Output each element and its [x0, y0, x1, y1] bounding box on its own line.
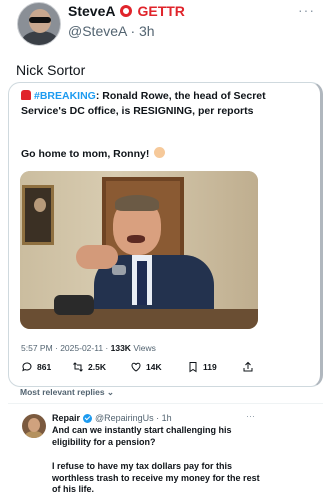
- repost-icon: [73, 362, 83, 372]
- bookmark-button[interactable]: 119: [187, 361, 217, 373]
- reply-text-2: I refuse to have my tax dollars pay for …: [52, 461, 260, 494]
- reply-header: Repair @RepairingUs · 1h: [52, 413, 172, 423]
- avatar-sunglasses: [29, 17, 51, 23]
- divider: [8, 403, 323, 404]
- photo-portrait-frame: [22, 185, 54, 245]
- quoted-post-text-2: Go home to mom, Ronny!: [21, 147, 166, 160]
- quoted-post-card[interactable]: #BREAKING: Ronald Rowe, the head of Secr…: [8, 82, 323, 387]
- share-icon: [243, 361, 253, 372]
- reply-avatar-body: [25, 431, 43, 438]
- views-label: Views: [130, 343, 156, 353]
- photo-mouth: [127, 235, 145, 243]
- quoted-post-text: #BREAKING: Ronald Rowe, the head of Secr…: [21, 89, 266, 119]
- avatar-body: [22, 31, 58, 45]
- post-photo[interactable]: [20, 171, 258, 329]
- reply-more-options-icon[interactable]: ···: [246, 411, 255, 421]
- outer-post-header: SteveA GETTR @SteveA · 3h ···: [0, 0, 331, 52]
- photo-tie: [137, 261, 147, 305]
- photo-hair: [115, 195, 159, 211]
- replies-sort-dropdown[interactable]: Most relevant replies ⌄: [20, 387, 114, 398]
- post-text: Nick Sortor: [16, 62, 86, 78]
- share-button[interactable]: [242, 361, 254, 373]
- reply-count: 861: [37, 362, 52, 372]
- reply-author-name[interactable]: Repair: [52, 413, 80, 423]
- author-row: SteveA GETTR: [68, 3, 185, 19]
- reply-avatar-face: [28, 418, 40, 432]
- verified-badge-icon: [83, 413, 93, 423]
- siren-emoji-icon: [21, 90, 31, 100]
- more-options-icon[interactable]: ···: [298, 2, 315, 18]
- gettr-logo-icon: [120, 5, 133, 17]
- like-button[interactable]: 14K: [130, 361, 162, 373]
- repost-button[interactable]: 2.5K: [72, 361, 106, 373]
- heart-icon: [131, 362, 141, 372]
- bookmark-count: 119: [203, 362, 217, 372]
- reply-icon: [22, 362, 32, 372]
- post-meta: 5:57 PM · 2025-02-11 · 133K Views: [21, 343, 156, 353]
- author-handle-time: @SteveA · 3h: [68, 23, 155, 39]
- author-name[interactable]: SteveA: [68, 3, 115, 19]
- reply-text: And can we instantly start challenging h…: [52, 425, 232, 447]
- clapping-hands-emoji-icon: [154, 147, 166, 158]
- repost-count: 2.5K: [88, 362, 106, 372]
- photo-microphone: [54, 295, 94, 315]
- platform-name: GETTR: [137, 3, 185, 19]
- reply-avatar[interactable]: [22, 414, 46, 438]
- hashtag-link[interactable]: #BREAKING: [34, 90, 96, 102]
- portrait-face: [34, 198, 46, 212]
- like-count: 14K: [146, 362, 162, 372]
- quoted-post-body-2: Go home to mom, Ronny!: [21, 148, 150, 160]
- post-timestamp: 5:57 PM · 2025-02-11 ·: [21, 343, 111, 353]
- reply-button[interactable]: 861: [21, 361, 51, 373]
- views-count: 133K: [110, 343, 131, 353]
- avatar[interactable]: [17, 2, 61, 46]
- reply-handle-time: @RepairingUs · 1h: [95, 413, 172, 423]
- post-actions: 861 2.5K 14K 119: [21, 361, 271, 375]
- bookmark-icon: [189, 362, 197, 373]
- photo-watch: [112, 265, 126, 275]
